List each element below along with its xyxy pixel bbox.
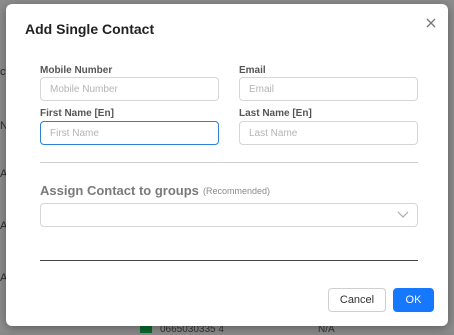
groups-section-title: Assign Contact to groups bbox=[40, 183, 199, 198]
mobile-number-input[interactable] bbox=[40, 77, 219, 101]
flag-icon bbox=[140, 325, 152, 334]
close-icon[interactable] bbox=[424, 16, 438, 30]
first-name-label: First Name [En] bbox=[40, 108, 114, 119]
email-input[interactable] bbox=[239, 77, 418, 101]
email-label: Email bbox=[239, 65, 266, 76]
footer-divider bbox=[40, 260, 418, 261]
groups-select[interactable] bbox=[40, 203, 418, 227]
section-divider bbox=[40, 162, 418, 163]
recommended-note: (Recommended) bbox=[203, 186, 271, 196]
add-contact-dialog: Add Single Contact Mobile Number Email F… bbox=[6, 4, 448, 326]
last-name-input[interactable] bbox=[239, 121, 418, 145]
ok-button[interactable]: OK bbox=[393, 288, 434, 312]
first-name-input[interactable] bbox=[40, 121, 219, 145]
last-name-label: Last Name [En] bbox=[239, 108, 312, 119]
chevron-down-icon bbox=[397, 211, 409, 218]
mobile-number-label: Mobile Number bbox=[40, 65, 113, 76]
dialog-title: Add Single Contact bbox=[25, 21, 155, 37]
cancel-button[interactable]: Cancel bbox=[328, 288, 386, 312]
